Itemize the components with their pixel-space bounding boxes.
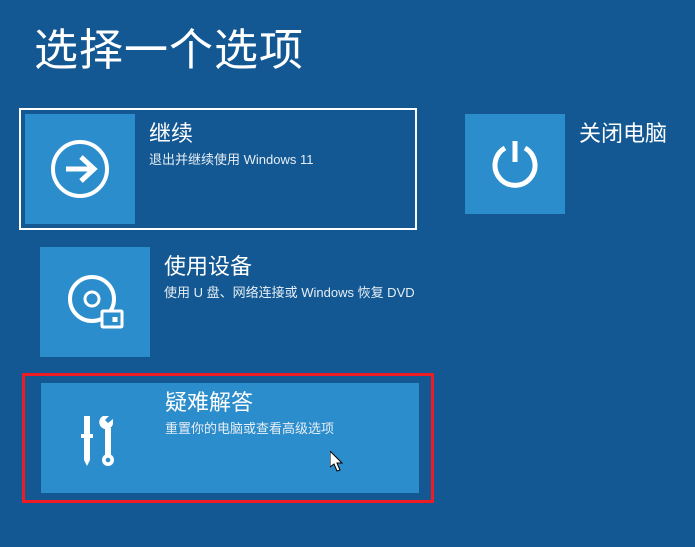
- continue-text: 继续 退出并继续使用 Windows 11: [135, 114, 411, 168]
- troubleshoot-title: 疑难解答: [165, 389, 407, 418]
- right-column: 关闭电脑: [465, 114, 667, 214]
- continue-tile[interactable]: 继续 退出并继续使用 Windows 11: [19, 108, 417, 230]
- continue-title: 继续: [149, 120, 399, 149]
- arrow-right-icon: [25, 114, 135, 224]
- use-device-tile[interactable]: 使用设备 使用 U 盘、网络连接或 Windows 恢复 DVD: [40, 247, 438, 357]
- tools-icon: [41, 383, 151, 493]
- troubleshoot-desc: 重置你的电脑或查看高级选项: [165, 420, 407, 438]
- power-off-tile[interactable]: 关闭电脑: [465, 114, 667, 214]
- continue-desc: 退出并继续使用 Windows 11: [149, 151, 399, 169]
- troubleshoot-highlight: 疑难解答 重置你的电脑或查看高级选项: [22, 373, 434, 503]
- power-icon: [465, 114, 565, 214]
- use-device-title: 使用设备: [164, 253, 426, 282]
- use-device-text: 使用设备 使用 U 盘、网络连接或 Windows 恢复 DVD: [150, 247, 438, 301]
- troubleshoot-tile[interactable]: 疑难解答 重置你的电脑或查看高级选项: [41, 383, 419, 493]
- power-off-title: 关闭电脑: [565, 114, 667, 149]
- page-title: 选择一个选项: [0, 0, 695, 78]
- use-device-desc: 使用 U 盘、网络连接或 Windows 恢复 DVD: [164, 284, 426, 302]
- options-list: 继续 退出并继续使用 Windows 11 使用设备 使用 U 盘、网络连接或 …: [25, 108, 438, 503]
- disc-icon: [40, 247, 150, 357]
- troubleshoot-text: 疑难解答 重置你的电脑或查看高级选项: [151, 383, 419, 437]
